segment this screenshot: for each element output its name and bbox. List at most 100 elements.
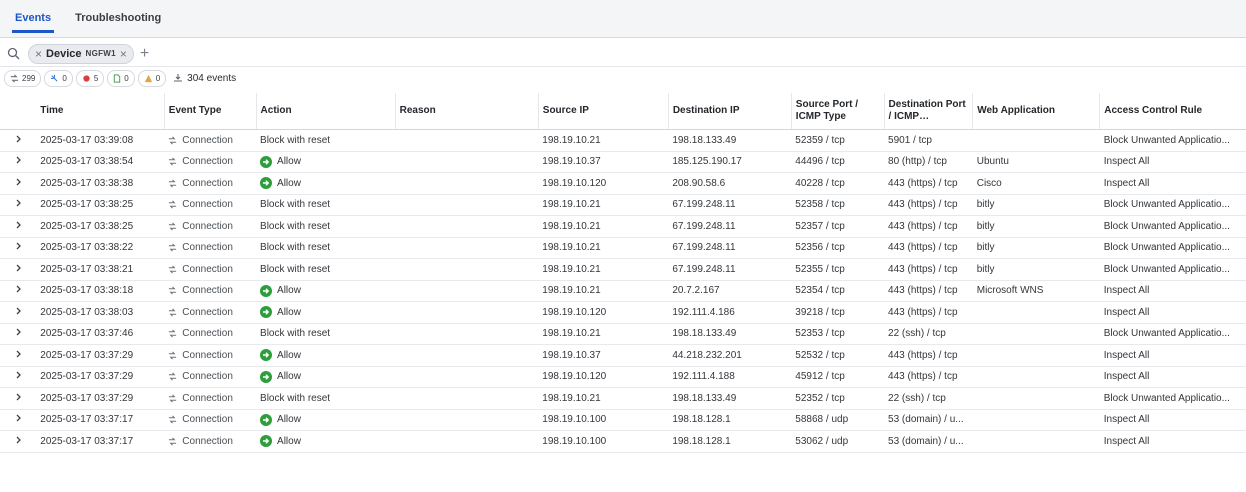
table-row[interactable]: 2025-03-17 03:37:29 Connection Allow 198.19… xyxy=(0,344,1246,367)
tab-troubleshooting[interactable]: Troubleshooting xyxy=(72,12,164,33)
file-count-badge[interactable]: 0 xyxy=(107,69,135,87)
allow-icon xyxy=(260,370,273,383)
security-intel-count: 0 xyxy=(155,73,161,83)
cell-source-port: 52356 / tcp xyxy=(791,237,885,259)
connection-icon xyxy=(169,437,177,446)
chevron-right-icon xyxy=(16,436,21,444)
event-type-label: Connection xyxy=(182,242,233,254)
cell-destination-port: 443 (https) / tcp xyxy=(884,172,973,195)
chevron-right-icon xyxy=(16,328,21,336)
header-time[interactable]: Time xyxy=(36,93,165,130)
header-source-port[interactable]: Source Port / ICMP Type xyxy=(791,93,885,130)
cell-source-port: 52532 / tcp xyxy=(791,344,885,367)
cell-source-ip: 198.19.10.120 xyxy=(538,366,669,388)
table-row[interactable]: 2025-03-17 03:39:08 Connection Block with … xyxy=(0,129,1246,152)
expand-row-button[interactable] xyxy=(0,194,37,216)
security-intel-count-badge[interactable]: 0 xyxy=(137,69,167,87)
table-row[interactable]: 2025-03-17 03:37:17 Connection Allow 198.19… xyxy=(0,409,1246,431)
expand-row-button[interactable] xyxy=(0,409,37,431)
expand-row-button[interactable] xyxy=(0,430,37,453)
table-row[interactable]: 2025-03-17 03:37:29 Connection Allow 198.19… xyxy=(0,366,1246,388)
table-row[interactable]: 2025-03-17 03:38:22 Connection Block with … xyxy=(0,237,1246,259)
event-type-label: Connection xyxy=(182,371,233,383)
expand-row-button[interactable] xyxy=(0,280,37,302)
cell-source-ip: 198.19.10.37 xyxy=(538,344,669,367)
table-row[interactable]: 2025-03-17 03:38:25 Connection Block with … xyxy=(0,194,1246,216)
table-row[interactable]: 2025-03-17 03:38:21 Connection Block with … xyxy=(0,258,1246,281)
cell-reason xyxy=(395,301,539,324)
cell-access-control-rule: Inspect All xyxy=(1099,172,1246,195)
cell-access-control-rule: Block Unwanted Applicatio... xyxy=(1099,237,1246,259)
table-row[interactable]: 2025-03-17 03:38:38 Connection Allow 198.19… xyxy=(0,172,1246,195)
chip-close-icon[interactable]: × xyxy=(35,48,42,60)
expand-row-button[interactable] xyxy=(0,344,37,367)
cell-action: Allow xyxy=(256,430,396,453)
cell-time: 2025-03-17 03:38:54 xyxy=(36,151,165,173)
cell-source-port: 40228 / tcp xyxy=(791,172,885,195)
cell-access-control-rule: Block Unwanted Applicatio... xyxy=(1099,194,1246,216)
header-source-ip[interactable]: Source IP xyxy=(538,93,669,130)
malware-count-badge[interactable]: 5 xyxy=(75,69,105,87)
header-reason[interactable]: Reason xyxy=(395,93,539,130)
table-row[interactable]: 2025-03-17 03:37:46 Connection Block with … xyxy=(0,323,1246,345)
cell-destination-port: 443 (https) / tcp xyxy=(884,366,973,388)
cell-source-port: 52358 / tcp xyxy=(791,194,885,216)
header-event-type[interactable]: Event Type xyxy=(164,93,257,130)
intrusion-count-badge[interactable]: 0 xyxy=(44,69,73,87)
expand-row-button[interactable] xyxy=(0,323,37,345)
chip-remove-icon[interactable]: × xyxy=(120,48,127,60)
event-type-label: Connection xyxy=(182,134,233,146)
chevron-right-icon xyxy=(16,285,21,293)
expand-row-button[interactable] xyxy=(0,215,37,238)
table-row[interactable]: 2025-03-17 03:38:03 Connection Allow 198.19… xyxy=(0,301,1246,324)
table-row[interactable]: 2025-03-17 03:38:25 Connection Block with … xyxy=(0,215,1246,238)
cell-source-port: 58868 / udp xyxy=(791,409,885,431)
header-destination-port[interactable]: Destination Port / ICMP… xyxy=(884,93,974,130)
cell-destination-ip: 192.111.4.186 xyxy=(668,301,792,324)
expand-row-button[interactable] xyxy=(0,129,37,152)
cell-destination-ip: 67.199.248.11 xyxy=(668,194,792,216)
expand-row-button[interactable] xyxy=(0,387,37,410)
expand-row-button[interactable] xyxy=(0,301,37,324)
cell-reason xyxy=(395,280,539,302)
event-type-label: Connection xyxy=(182,328,233,340)
header-access-control-rule[interactable]: Access Control Rule xyxy=(1099,93,1246,130)
cell-source-ip: 198.19.10.100 xyxy=(538,430,669,453)
events-total[interactable]: 304 events xyxy=(173,73,236,84)
header-web-application[interactable]: Web Application xyxy=(972,93,1101,130)
filter-chip-device[interactable]: × Device NGFW1 × xyxy=(28,43,134,64)
chip-value: NGFW1 xyxy=(85,49,116,58)
header-action[interactable]: Action xyxy=(256,93,396,130)
cell-web-application xyxy=(972,387,1100,410)
expand-row-button[interactable] xyxy=(0,151,37,173)
connection-icon xyxy=(169,415,177,424)
chevron-right-icon xyxy=(16,264,21,272)
table-header-row: Time Event Type Action Reason Source IP … xyxy=(0,93,1246,130)
connection-icon xyxy=(169,372,177,381)
connection-icon xyxy=(169,286,177,295)
table-row[interactable]: 2025-03-17 03:37:29 Connection Block with … xyxy=(0,387,1246,410)
table-row[interactable]: 2025-03-17 03:37:17 Connection Allow 198.19… xyxy=(0,430,1246,453)
allow-icon xyxy=(260,155,273,168)
connection-icon xyxy=(169,329,177,338)
cell-destination-ip: 44.218.232.201 xyxy=(668,344,792,367)
cell-action: Block with reset xyxy=(256,194,396,216)
search-button[interactable] xyxy=(0,43,26,65)
action-label: Allow xyxy=(277,371,301,383)
expand-row-button[interactable] xyxy=(0,237,37,259)
expand-row-button[interactable] xyxy=(0,258,37,281)
event-type-label: Connection xyxy=(182,435,233,447)
connection-count-badge[interactable]: 299 xyxy=(4,69,42,87)
tab-events[interactable]: Events xyxy=(12,12,55,33)
cell-source-port: 52352 / tcp xyxy=(791,387,885,410)
expand-row-button[interactable] xyxy=(0,172,37,195)
plus-icon[interactable]: + xyxy=(140,45,149,62)
expand-row-button[interactable] xyxy=(0,366,37,388)
table-row[interactable]: 2025-03-17 03:38:18 Connection Allow 198.19… xyxy=(0,280,1246,302)
table-row[interactable]: 2025-03-17 03:38:54 Connection Allow 198.19… xyxy=(0,151,1246,173)
cell-reason xyxy=(395,409,539,431)
cell-destination-ip: 198.18.128.1 xyxy=(668,430,792,453)
action-label: Allow xyxy=(277,349,301,361)
event-type-label: Connection xyxy=(182,349,233,361)
header-destination-ip[interactable]: Destination IP xyxy=(668,93,792,130)
